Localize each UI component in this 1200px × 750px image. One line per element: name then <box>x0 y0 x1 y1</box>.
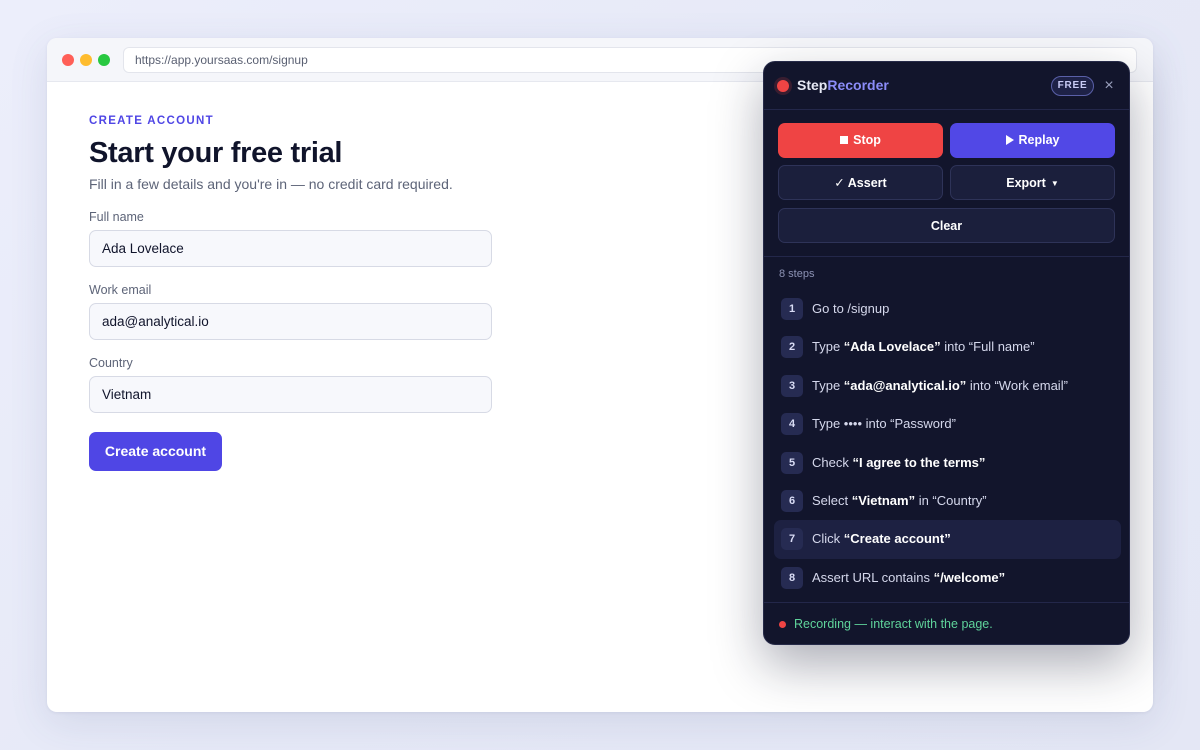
step-item[interactable]: 6 Select “Vietnam” in “Country” <box>774 482 1121 520</box>
divider <box>764 256 1129 257</box>
step-action: Select <box>812 492 852 508</box>
step-suffix: into “Work email” <box>966 377 1068 393</box>
step-target: “/welcome” <box>933 569 1006 585</box>
step-target: “ada@analytical.io” <box>843 377 967 393</box>
eyebrow-label: CREATE ACCOUNT <box>89 115 214 127</box>
step-item[interactable]: 1 Go to /signup <box>774 290 1121 328</box>
step-item[interactable]: 4 Type •••• into “Password” <box>774 405 1121 443</box>
step-target: “Ada Lovelace” <box>843 339 941 355</box>
assert-label: ✓ Assert <box>834 176 887 190</box>
recording-indicator-icon <box>777 80 789 92</box>
stop-label: Stop <box>853 133 881 147</box>
replay-button[interactable]: Replay <box>950 123 1115 158</box>
minimize-window-button[interactable] <box>80 54 92 66</box>
step-suffix: into “Full name” <box>940 339 1035 355</box>
step-action: Check <box>812 454 853 470</box>
full-name-field[interactable]: Ada Lovelace <box>89 230 492 267</box>
step-target: “Vietnam” <box>851 492 916 508</box>
step-item[interactable]: 2 Type “Ada Lovelace” into “Full name” <box>774 328 1121 366</box>
step-action: Type <box>812 377 844 393</box>
step-item[interactable]: 3 Type “ada@analytical.io” into “Work em… <box>774 367 1121 405</box>
full-name-label: Full name <box>89 210 144 224</box>
step-recorder-panel: StepRecorder FREE × Stop Replay ✓ Assert… <box>763 61 1130 645</box>
play-icon <box>1005 135 1014 145</box>
country-field[interactable]: Vietnam <box>89 376 492 413</box>
export-label: Export <box>1006 176 1046 190</box>
brand-part-1: Step <box>797 77 828 93</box>
step-text: Click “Create account” <box>812 531 951 546</box>
close-window-button[interactable] <box>62 54 74 66</box>
step-text: Select “Vietnam” in “Country” <box>812 493 987 508</box>
brand-part-2: Recorder <box>827 77 889 93</box>
step-suffix: in “Country” <box>915 492 987 508</box>
stop-icon <box>840 136 849 144</box>
step-number: 8 <box>781 566 803 589</box>
steps-count: 8 steps <box>779 268 815 280</box>
step-number: 1 <box>781 298 803 320</box>
replay-label: Replay <box>1018 133 1060 147</box>
signup-form: CREATE ACCOUNT Start your free trial Fil… <box>89 82 509 471</box>
step-number: 7 <box>781 528 803 551</box>
clear-button[interactable]: Clear <box>778 208 1115 243</box>
work-email-field[interactable]: ada@analytical.io <box>89 303 492 340</box>
recording-status-text: Recording — interact with the page. <box>794 617 993 631</box>
chevron-down-icon: ▼ <box>1050 179 1059 188</box>
step-target: “Create account” <box>843 531 951 547</box>
page-title: Start your free trial <box>89 137 343 169</box>
step-target: “I agree to the terms” <box>852 454 986 470</box>
export-button[interactable]: Export ▼ <box>950 165 1115 200</box>
step-item[interactable]: 5 Check “I agree to the terms” <box>774 444 1121 482</box>
steps-list: 1 Go to /signup 2 Type “Ada Lovelace” in… <box>774 290 1121 597</box>
country-label: Country <box>89 356 133 370</box>
step-text: Type “Ada Lovelace” into “Full name” <box>812 339 1035 354</box>
work-email-label: Work email <box>89 283 152 297</box>
step-action: Type •••• into “Password” <box>812 416 956 432</box>
recorder-brand: StepRecorder <box>797 77 889 93</box>
recording-status-icon <box>779 621 786 628</box>
clear-label: Clear <box>930 219 963 233</box>
step-number: 2 <box>781 336 803 359</box>
step-text: Type “ada@analytical.io” into “Work emai… <box>812 378 1068 393</box>
step-action: Go to /signup <box>812 301 890 316</box>
step-text: Assert URL contains “/welcome” <box>812 570 1005 585</box>
close-icon[interactable]: × <box>1100 76 1118 96</box>
divider <box>764 602 1129 603</box>
step-number: 4 <box>781 413 803 436</box>
maximize-window-button[interactable] <box>98 54 110 66</box>
country-group: Country Vietnam <box>89 356 509 413</box>
step-action: Click <box>812 531 844 547</box>
create-account-button[interactable]: Create account <box>89 432 222 471</box>
step-number: 5 <box>781 451 803 474</box>
step-item-active[interactable]: 7 Click “Create account” <box>774 520 1121 559</box>
stop-button[interactable]: Stop <box>778 123 943 158</box>
step-number: 3 <box>781 374 803 397</box>
step-number: 6 <box>781 489 803 512</box>
step-text: Go to /signup <box>812 301 889 316</box>
step-text: Type •••• into “Password” <box>812 416 956 431</box>
full-name-group: Full name Ada Lovelace <box>89 210 509 267</box>
recorder-header: StepRecorder FREE × <box>764 62 1129 110</box>
plan-badge: FREE <box>1051 76 1094 96</box>
step-text: Check “I agree to the terms” <box>812 455 985 470</box>
assert-button[interactable]: ✓ Assert <box>778 165 943 200</box>
step-action: Type <box>812 339 844 355</box>
step-item[interactable]: 8 Assert URL contains “/welcome” <box>774 559 1121 597</box>
page-subtitle: Fill in a few details and you're in — no… <box>89 176 453 192</box>
step-action: Assert URL contains <box>812 569 934 585</box>
work-email-group: Work email ada@analytical.io <box>89 283 509 340</box>
